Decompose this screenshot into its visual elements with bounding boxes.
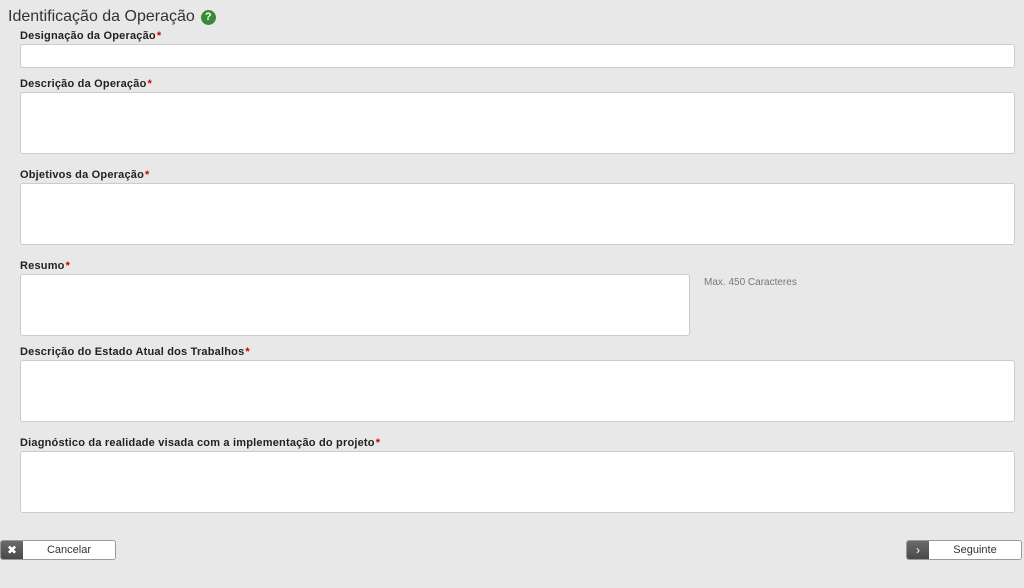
required-mark: * xyxy=(157,30,161,42)
label-estado-text: Descrição do Estado Atual dos Trabalhos xyxy=(20,346,244,358)
section-title-text: Identificação da Operação xyxy=(8,8,195,26)
label-objetivos-text: Objetivos da Operação xyxy=(20,169,144,181)
label-resumo: Resumo* xyxy=(20,260,1016,272)
label-resumo-text: Resumo xyxy=(20,260,65,272)
cancel-label: Cancelar xyxy=(23,541,115,559)
next-button[interactable]: › Seguinte xyxy=(906,540,1022,560)
field-objetivos: Objetivos da Operação* xyxy=(8,169,1016,250)
section-title: Identificação da Operação ? xyxy=(8,8,1016,26)
label-diagnostico-text: Diagnóstico da realidade visada com a im… xyxy=(20,437,375,449)
field-resumo: Resumo* Max. 450 Caracteres xyxy=(8,260,1016,336)
resumo-row: Max. 450 Caracteres xyxy=(20,274,1016,336)
textarea-diagnostico[interactable] xyxy=(20,451,1015,513)
next-label: Seguinte xyxy=(929,541,1021,559)
required-mark: * xyxy=(147,78,151,90)
input-designacao[interactable] xyxy=(20,44,1015,68)
required-mark: * xyxy=(66,260,70,272)
label-objetivos: Objetivos da Operação* xyxy=(20,169,1016,181)
required-mark: * xyxy=(145,169,149,181)
required-mark: * xyxy=(376,437,380,449)
textarea-estado[interactable] xyxy=(20,360,1015,422)
label-descricao-text: Descrição da Operação xyxy=(20,78,146,90)
label-diagnostico: Diagnóstico da realidade visada com a im… xyxy=(20,437,1016,449)
field-descricao: Descrição da Operação* xyxy=(8,78,1016,159)
field-diagnostico: Diagnóstico da realidade visada com a im… xyxy=(8,437,1016,518)
chevron-right-icon: › xyxy=(907,541,929,559)
form-container: Identificação da Operação ? Designação d… xyxy=(0,0,1024,518)
footer: ✖ Cancelar › Seguinte xyxy=(0,540,1024,560)
help-icon[interactable]: ? xyxy=(201,10,216,25)
textarea-resumo[interactable] xyxy=(20,274,690,336)
label-designacao: Designação da Operação* xyxy=(20,30,1016,42)
close-icon: ✖ xyxy=(1,541,23,559)
label-descricao: Descrição da Operação* xyxy=(20,78,1016,90)
field-designacao: Designação da Operação* xyxy=(8,30,1016,68)
textarea-objetivos[interactable] xyxy=(20,183,1015,245)
field-estado: Descrição do Estado Atual dos Trabalhos* xyxy=(8,346,1016,427)
textarea-descricao[interactable] xyxy=(20,92,1015,154)
required-mark: * xyxy=(245,346,249,358)
label-estado: Descrição do Estado Atual dos Trabalhos* xyxy=(20,346,1016,358)
resumo-hint: Max. 450 Caracteres xyxy=(704,274,797,288)
cancel-button[interactable]: ✖ Cancelar xyxy=(0,540,116,560)
label-designacao-text: Designação da Operação xyxy=(20,30,156,42)
